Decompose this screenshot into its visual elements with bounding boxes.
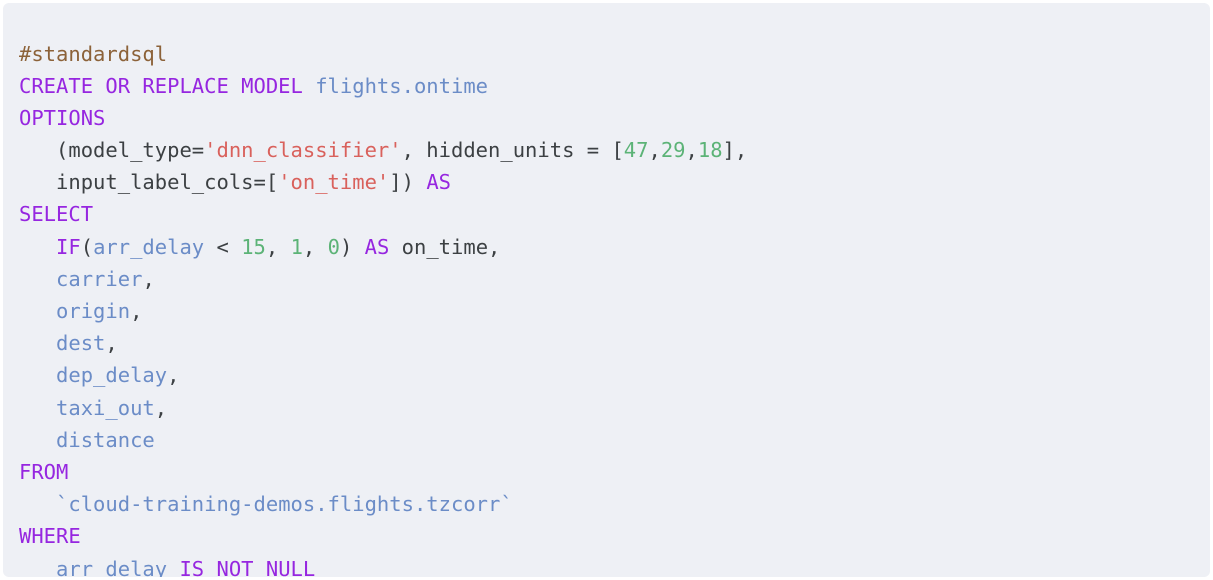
code-token-number: 15 <box>241 234 266 259</box>
code-token-identifier: carrier <box>56 266 143 291</box>
code-token-plain: , <box>130 299 143 323</box>
code-token-plain: input_label_cols=[ <box>19 170 279 195</box>
code-token-plain: ]) <box>389 170 427 195</box>
code-token-number: 47 <box>623 138 649 163</box>
code-token-string: 'dnn_classifier' <box>204 138 402 163</box>
code-token-plain: , <box>648 138 661 163</box>
code-token-plain: on_time, <box>389 234 501 259</box>
code-line: distance <box>19 424 1210 456</box>
code-token-keyword: CREATE OR REPLACE MODEL <box>19 73 303 98</box>
code-line: dep_delay, <box>19 359 1210 391</box>
code-token-number: 18 <box>697 138 723 163</box>
code-token-plain: < <box>204 234 242 259</box>
code-token-identifier: arr_delay <box>93 234 205 259</box>
code-token-keyword: AS <box>364 234 390 259</box>
code-token-plain: ], <box>722 138 748 163</box>
code-line: dest, <box>19 327 1210 359</box>
code-token-plain: ) <box>339 234 365 259</box>
code-token-number: 29 <box>660 138 686 163</box>
code-line: taxi_out, <box>19 392 1210 424</box>
code-line: carrier, <box>19 263 1210 295</box>
code-token-keyword: IF <box>56 234 81 259</box>
code-token-plain: , <box>142 266 155 291</box>
code-token-plain: , <box>265 234 291 259</box>
code-token-identifier: `cloud-training-demos.flights.tzcorr` <box>56 492 513 517</box>
code-token-identifier: flights.ontime <box>315 73 489 98</box>
code-token-identifier: arr_delay <box>56 556 168 578</box>
code-token-plain: , <box>685 138 698 163</box>
code-line: FROM <box>19 456 1210 488</box>
code-token-keyword: FROM <box>19 459 69 484</box>
code-line: CREATE OR REPLACE MODEL flights.ontime <box>19 70 1210 102</box>
code-token-keyword: WHERE <box>19 524 81 549</box>
sql-code-block[interactable]: #standardsql CREATE OR REPLACE MODEL fli… <box>19 38 1210 578</box>
code-line: IF(arr_delay < 15, 1, 0) AS on_time, <box>19 231 1210 263</box>
code-line: input_label_cols=['on_time']) AS <box>19 166 1210 198</box>
code-line: WHERE <box>19 520 1210 552</box>
code-token-keyword: OPTIONS <box>19 105 106 130</box>
code-token-keyword: SELECT <box>19 202 94 227</box>
code-line: SELECT <box>19 198 1210 230</box>
code-token-plain: ( <box>80 234 94 259</box>
code-token-plain: , <box>167 363 180 388</box>
code-token-identifier: origin <box>56 299 131 323</box>
code-token-keyword: AS <box>426 170 451 195</box>
code-token-plain: , <box>105 331 118 356</box>
code-token-plain: (model_type= <box>19 138 205 163</box>
code-token-identifier: dest <box>56 331 106 356</box>
code-token-plain: , <box>302 234 328 259</box>
code-token-keyword: IS NOT NULL <box>179 556 316 578</box>
code-line: OPTIONS <box>19 102 1210 134</box>
code-token-number: 1 <box>290 234 303 259</box>
code-line: (model_type='dnn_classifier', hidden_uni… <box>19 134 1210 166</box>
code-token-identifier: distance <box>56 427 155 452</box>
sql-code-snippet-panel: #standardsql CREATE OR REPLACE MODEL fli… <box>3 3 1210 577</box>
code-line: arr_delay IS NOT NULL <box>19 553 1210 578</box>
code-line: origin, <box>19 295 1210 327</box>
code-line: `cloud-training-demos.flights.tzcorr` <box>19 488 1210 520</box>
code-token-number: 0 <box>327 234 340 259</box>
code-token-identifier: dep_delay <box>56 363 168 388</box>
code-token-string: 'on_time' <box>278 170 390 195</box>
code-line: #standardsql <box>19 38 1210 70</box>
code-token-plain: , <box>154 395 168 420</box>
code-token-comment: #standardsql <box>19 41 168 66</box>
code-token-plain: , hidden_units = [ <box>401 138 624 163</box>
code-token-identifier: taxi_out <box>56 395 155 420</box>
